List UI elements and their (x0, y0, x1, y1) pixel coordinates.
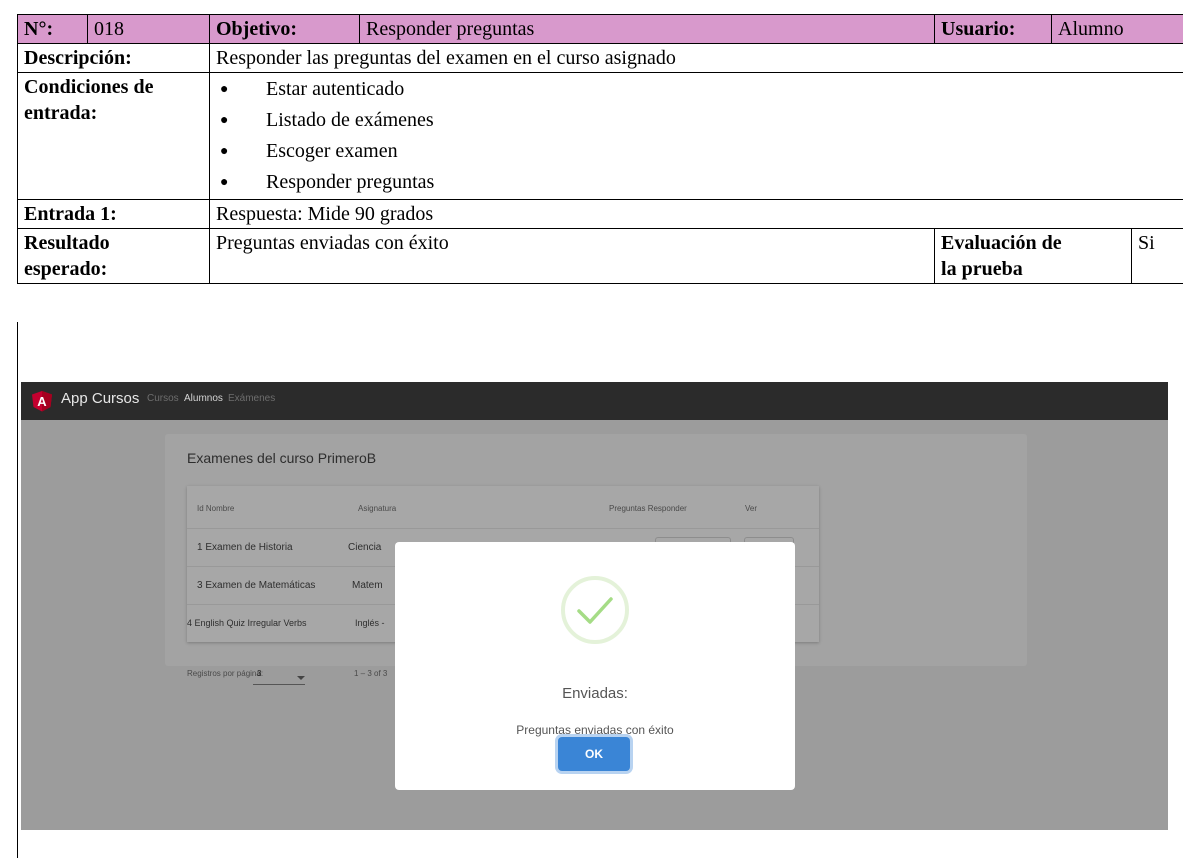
evaluation-value: Si (1131, 228, 1183, 284)
conditions-label-line2: entrada: (24, 102, 98, 124)
table-row-name: 4 English Quiz Irregular Verbs (187, 618, 307, 628)
conditions-row: Condiciones de entrada: Estar autenticad… (17, 72, 1183, 200)
user-value: Alumno (1051, 14, 1183, 44)
input-label: Entrada 1: (17, 199, 210, 229)
input-value: Respuesta: Mide 90 grados (208, 199, 1183, 229)
conditions-list-cell: Estar autenticado Listado de exámenes Es… (208, 72, 1183, 200)
paginator-underline (253, 684, 305, 685)
header-row: N°: 018 Objetivo: Responder preguntas Us… (17, 14, 1183, 44)
evaluation-label: Evaluación de la prueba (934, 228, 1133, 284)
condition-item: Estar autenticado (220, 74, 1178, 105)
column-header-view: Ver (745, 504, 758, 513)
user-label: Usuario: (934, 14, 1053, 44)
paginator-label: Registros por página: (187, 669, 264, 678)
objective-value: Responder preguntas (358, 14, 936, 44)
objective-label: Objetivo: (209, 14, 360, 44)
result-label-line1: Resultado (24, 232, 110, 254)
evaluation-label-line2: la prueba (941, 258, 1023, 280)
condition-item: Listado de exámenes (220, 105, 1178, 136)
test-case-table: N°: 018 Objetivo: Responder preguntas Us… (17, 14, 1183, 284)
column-header-subject: Asignatura (358, 504, 397, 513)
number-value: 018 (87, 14, 210, 44)
dialog-message: Preguntas enviadas con éxito (516, 723, 674, 737)
table-row-subject: Inglés - (355, 618, 385, 628)
conditions-label: Condiciones de entrada: (17, 72, 210, 200)
svg-text:A: A (37, 394, 47, 409)
number-label: N°: (17, 14, 88, 44)
ok-button[interactable]: OK (558, 737, 630, 771)
conditions-list: Estar autenticado Listado de exámenes Es… (216, 74, 1178, 198)
paginator-range: 1 – 3 of 3 (354, 669, 388, 678)
nav-examenes[interactable]: Exámenes (228, 393, 275, 404)
description-value: Responder las preguntas del examen en el… (208, 43, 1183, 73)
angular-logo-icon: A (32, 391, 52, 412)
conditions-label-line1: Condiciones de (24, 76, 154, 98)
condition-item: Responder preguntas (220, 167, 1178, 198)
result-label: Resultado esperado: (17, 228, 210, 284)
dialog-title: Enviadas: (562, 685, 628, 702)
result-row: Resultado esperado: Preguntas enviadas c… (17, 228, 1183, 284)
table-row-subject: Matem (352, 580, 383, 591)
app-screenshot: A App Cursos Cursos Alumnos Exámenes Exa… (21, 382, 1168, 830)
column-header-id-name: Id Nombre (197, 504, 235, 513)
paginator-select[interactable]: 3 (257, 669, 261, 678)
test-case-document: N°: 018 Objetivo: Responder preguntas Us… (0, 0, 1183, 859)
table-row-name: 3 Examen de Matemáticas (197, 580, 316, 591)
result-value: Preguntas enviadas con éxito (208, 228, 936, 284)
description-label: Descripción: (17, 43, 210, 73)
description-row: Descripción: Responder las preguntas del… (17, 43, 1183, 73)
app-title[interactable]: App Cursos (61, 390, 139, 407)
success-check-icon (561, 576, 629, 644)
input-row: Entrada 1: Respuesta: Mide 90 grados (17, 199, 1183, 229)
nav-alumnos[interactable]: Alumnos (184, 393, 223, 404)
nav-cursos[interactable]: Cursos (147, 393, 179, 404)
table-row-name: 1 Examen de Historia (197, 542, 293, 553)
evaluation-label-line1: Evaluación de (941, 232, 1062, 254)
table-row-subject: Ciencia (348, 542, 382, 553)
row-divider (187, 528, 819, 529)
navbar: A App Cursos Cursos Alumnos Exámenes (21, 382, 1168, 420)
column-header-questions: Preguntas Responder (609, 504, 687, 513)
result-label-line2: esperado: (24, 258, 108, 280)
chevron-down-icon[interactable] (297, 676, 305, 680)
card-title: Examenes del curso PrimeroB (187, 450, 377, 466)
condition-item: Escoger examen (220, 136, 1178, 167)
